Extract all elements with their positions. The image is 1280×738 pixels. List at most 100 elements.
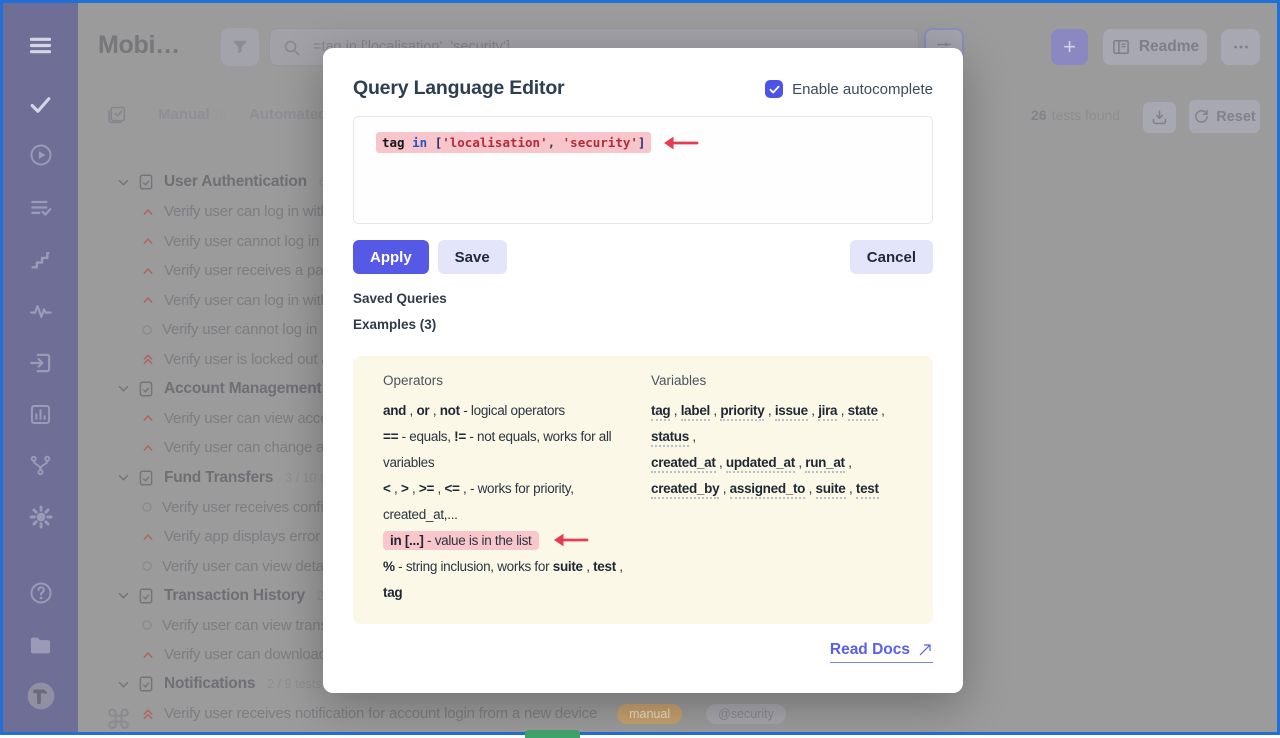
test-row[interactable]: Verify user can view acco — [140, 403, 328, 433]
download-button[interactable] — [1143, 102, 1176, 133]
test-label: Verify app displays error — [164, 528, 320, 545]
sidebar-item-folder[interactable] — [3, 630, 78, 660]
suite-label: User Authentication — [164, 173, 307, 191]
priority-high-icon — [140, 529, 156, 545]
test-label: Verify user receives a pas — [164, 262, 331, 279]
suite-row[interactable]: Transaction History2 / 10 — [116, 581, 348, 611]
chevron-down-icon[interactable] — [116, 470, 131, 485]
test-row[interactable]: Verify app displays error — [140, 522, 320, 552]
query-editor-input[interactable]: tag in ['localisation', 'security'] — [353, 116, 933, 224]
test-label: Verify user can log in with — [164, 203, 329, 220]
operators-column: Operators and , or , not - logical operat… — [383, 370, 623, 606]
variables-line: created_at , updated_at , run_at , — [651, 450, 885, 476]
chevron-down-icon[interactable] — [116, 677, 131, 692]
help-icon — [28, 580, 54, 606]
suite-doc-icon — [137, 380, 155, 398]
suite-doc-icon — [137, 675, 155, 693]
test-label: Verify user can view deta — [162, 558, 324, 575]
badge-security[interactable]: @security — [706, 704, 786, 724]
priority-highest-icon — [140, 706, 156, 722]
folder-icon — [27, 632, 54, 659]
suite-row[interactable]: Fund Transfers3 / 10 tests — [116, 463, 346, 493]
sidebar-item-menu[interactable] — [3, 30, 78, 60]
sidebar-item-import[interactable] — [3, 348, 78, 378]
chevron-down-icon[interactable] — [116, 175, 131, 190]
variables-line: status , — [651, 424, 885, 450]
chart-icon — [28, 402, 53, 427]
book-icon — [1111, 37, 1131, 57]
more-button[interactable] — [1221, 29, 1260, 65]
test-row[interactable]: Verify user can log in with — [140, 197, 329, 227]
test-row[interactable]: Verify user receives notification for ac… — [140, 699, 786, 729]
variables-line: created_by , assigned_to , suite , test — [651, 476, 885, 502]
test-row[interactable]: Verify user can view deta — [140, 551, 324, 581]
sidebar-item-check[interactable] — [3, 89, 78, 119]
test-row[interactable]: Verify user receives confi — [140, 492, 324, 522]
badge-manual[interactable]: manual — [617, 704, 682, 724]
operators-line: and , or , not - logical operators — [383, 398, 623, 424]
test-row[interactable]: Verify user cannot log in — [140, 315, 317, 345]
test-label: Verify user cannot log in — [162, 321, 317, 338]
save-button[interactable]: Save — [438, 240, 507, 274]
operators-title: Operators — [383, 370, 623, 392]
read-docs-link[interactable]: Read Docs — [830, 641, 933, 663]
test-row[interactable]: Verify user can view trans — [140, 610, 328, 640]
test-row[interactable]: Verify user can log in with — [140, 285, 329, 315]
readme-button[interactable]: Readme — [1103, 29, 1207, 65]
test-row[interactable]: Verify user can change ac — [140, 433, 332, 463]
suite-row[interactable]: User Authentication6 / 9 — [116, 167, 343, 197]
test-label: Verify user receives notification for ac… — [164, 705, 597, 722]
sidebar-item-gear[interactable] — [3, 502, 78, 532]
cancel-button[interactable]: Cancel — [850, 240, 933, 274]
priority-high-icon — [140, 204, 156, 220]
filter-button[interactable] — [221, 28, 259, 66]
sidebar-item-chart[interactable] — [3, 399, 78, 429]
sidebar-item-logo-t[interactable] — [3, 681, 78, 711]
suite-row[interactable]: Account Management2 / — [116, 374, 347, 404]
test-row[interactable]: Verify user cannot log in w — [140, 226, 334, 256]
suite-row[interactable]: Notifications2 / 9 tests — [116, 669, 321, 699]
test-row[interactable]: Verify user can download — [140, 640, 327, 670]
sidebar-item-play-circle[interactable] — [3, 140, 78, 170]
variables-title: Variables — [651, 370, 885, 392]
reset-button[interactable]: Reset — [1189, 100, 1260, 133]
priority-high-icon — [140, 440, 156, 456]
chevron-down-icon[interactable] — [116, 381, 131, 396]
chevron-down-icon[interactable] — [116, 588, 131, 603]
download-icon — [1150, 108, 1169, 127]
sidebar-item-list-check[interactable] — [3, 193, 78, 223]
add-button[interactable]: + — [1051, 29, 1088, 65]
priority-high-icon — [140, 410, 156, 426]
saved-queries-section[interactable]: Saved Queries — [353, 291, 447, 306]
test-row[interactable]: Verify user receives a pas — [140, 256, 331, 286]
list-check-icon — [28, 195, 54, 221]
variables-line: tag , label , priority , issue , jira , … — [651, 398, 885, 424]
test-row[interactable]: Verify user is locked out a — [140, 344, 330, 374]
branch-icon — [28, 453, 53, 478]
autocomplete-checkbox[interactable]: Enable autocomplete — [765, 80, 933, 98]
operators-line: < , > , >= , <= , - works for priority, — [383, 476, 623, 502]
suite-doc-icon — [137, 469, 155, 487]
operators-line: variables — [383, 450, 623, 476]
command-key-icon: ⌘ — [105, 705, 132, 736]
sidebar-item-stairs[interactable] — [3, 245, 78, 275]
filter-icon — [230, 37, 250, 57]
annotation-arrow-left-icon — [661, 135, 699, 151]
tab-manual[interactable]: Manual70 — [158, 106, 226, 123]
examples-section[interactable]: Examples (3) — [353, 317, 436, 332]
ellipsis-icon — [1231, 37, 1251, 57]
sidebar-item-pulse[interactable] — [3, 296, 78, 326]
select-all-icon[interactable] — [106, 104, 127, 125]
gear-icon — [28, 504, 54, 530]
sidebar-item-branch[interactable] — [3, 450, 78, 480]
suite-label: Fund Transfers — [164, 469, 273, 487]
apply-button[interactable]: Apply — [353, 240, 429, 274]
suite-doc-icon — [137, 587, 155, 605]
operators-line: tag — [383, 580, 623, 606]
test-label: Verify user is locked out a — [164, 351, 330, 368]
suite-label: Account Management — [164, 380, 321, 398]
sidebar-item-help[interactable] — [3, 578, 78, 608]
priority-normal-icon — [140, 500, 154, 514]
logo-t-icon — [25, 680, 57, 712]
operators-line: == - equals, != - not equals, works for … — [383, 424, 623, 450]
